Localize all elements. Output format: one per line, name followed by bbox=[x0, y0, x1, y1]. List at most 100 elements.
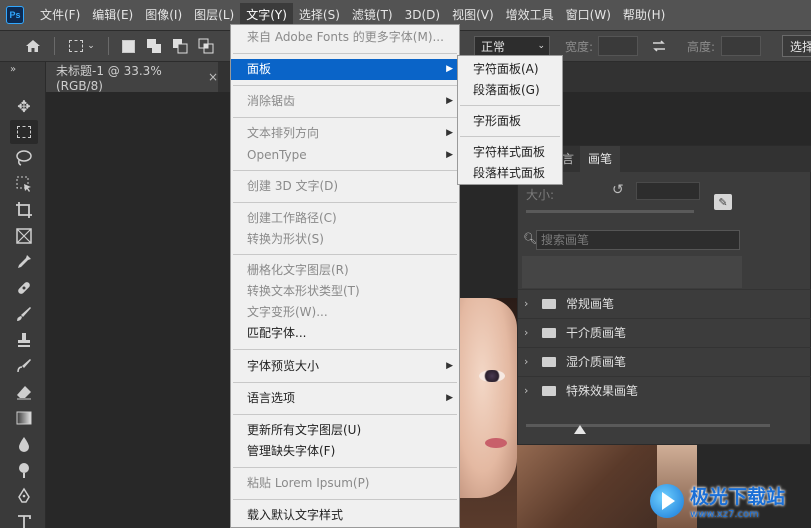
intersect-selection-icon[interactable] bbox=[196, 31, 216, 61]
move-tool-icon[interactable]: ✥ bbox=[10, 94, 38, 118]
menu-plugins[interactable]: 增效工具 bbox=[500, 3, 560, 27]
brush-size-field[interactable] bbox=[636, 182, 700, 200]
submenu-item-glyphs-panel[interactable]: 字形面板 bbox=[458, 111, 562, 132]
swap-dimensions-icon[interactable] bbox=[648, 31, 670, 61]
crop-tool-icon[interactable] bbox=[10, 198, 38, 222]
brush-size-slider[interactable] bbox=[526, 210, 694, 213]
height-label: 高度: bbox=[686, 39, 716, 54]
brush-folder-label: 干介质画笔 bbox=[566, 326, 627, 340]
menu-item-anti-alias[interactable]: 消除锯齿 ▶ bbox=[231, 91, 459, 112]
menu-window[interactable]: 窗口(W) bbox=[560, 3, 617, 27]
menu-item-manage-missing-fonts[interactable]: 管理缺失字体(F) bbox=[231, 441, 459, 462]
home-icon[interactable] bbox=[22, 31, 44, 61]
submenu-item-paragraph-styles-panel[interactable]: 段落样式面板 bbox=[458, 163, 562, 184]
history-brush-tool-icon[interactable] bbox=[10, 354, 38, 378]
submenu-arrow-icon: ▶ bbox=[446, 96, 453, 106]
object-selection-tool-icon[interactable] bbox=[10, 172, 38, 196]
brush-panel: 言 画笔 大小: ↺ ✎ 🔍︎ 搜索画笔 › 常规画笔 › 干介质画笔 › 湿介质画笔… bbox=[517, 145, 811, 445]
submenu-item-character-styles-panel[interactable]: 字符样式面板 bbox=[458, 142, 562, 163]
menu-edit[interactable]: 编辑(E) bbox=[86, 3, 139, 27]
chevron-right-icon: › bbox=[524, 326, 529, 339]
menu-item-label: 语言选项 bbox=[247, 391, 296, 405]
menu-item-convert-to-shape[interactable]: 转换为形状(S) bbox=[231, 229, 459, 250]
blur-tool-icon[interactable] bbox=[10, 432, 38, 456]
brush-tool-icon[interactable] bbox=[10, 302, 38, 326]
reset-icon[interactable]: ↺ bbox=[612, 182, 624, 198]
add-selection-icon[interactable] bbox=[144, 31, 164, 61]
clone-stamp-tool-icon[interactable] bbox=[10, 328, 38, 352]
search-icon: 🔍︎ bbox=[523, 232, 537, 245]
menu-item-label: 字体预览大小 bbox=[247, 359, 320, 373]
brush-folder-row[interactable]: › 干介质画笔 bbox=[518, 318, 811, 346]
collapse-toolbar-icon[interactable]: » bbox=[10, 64, 16, 75]
menu-item-update-all-text-layers[interactable]: 更新所有文字图层(U) bbox=[231, 420, 459, 441]
menu-item-label: OpenType bbox=[247, 148, 307, 162]
menu-item-create-3d-text[interactable]: 创建 3D 文字(D) bbox=[231, 176, 459, 197]
brush-folder-row[interactable]: › 常规画笔 bbox=[518, 289, 811, 317]
gradient-tool-icon[interactable] bbox=[10, 406, 38, 430]
menu-item-rasterize[interactable]: 栅格化文字图层(R) bbox=[231, 260, 459, 281]
submenu-arrow-icon: ▶ bbox=[446, 361, 453, 371]
folder-icon bbox=[542, 356, 556, 367]
menu-item-more-fonts[interactable]: 来自 Adobe Fonts 的更多字体(M)... bbox=[231, 27, 459, 48]
menu-item-panels[interactable]: 面板 ▶ bbox=[231, 59, 459, 80]
watermark-title: 极光下载站 bbox=[690, 486, 786, 508]
height-field[interactable] bbox=[721, 36, 761, 56]
chevron-right-icon: › bbox=[524, 384, 529, 397]
brush-preview-area bbox=[522, 256, 742, 288]
brush-search-input[interactable]: 搜索画笔 bbox=[536, 230, 740, 250]
menu-item-paste-lorem-ipsum[interactable]: 粘贴 Lorem Ipsum(P) bbox=[231, 473, 459, 494]
watermark-logo-icon bbox=[650, 484, 684, 518]
style-value: 正常 bbox=[481, 39, 506, 54]
preview-size-slider[interactable] bbox=[526, 424, 770, 427]
submenu-arrow-icon: ▶ bbox=[446, 128, 453, 138]
tools-panel: » ✥ bbox=[0, 62, 46, 528]
tab-brushes[interactable]: 画笔 bbox=[580, 146, 621, 172]
brush-folder-label: 湿介质画笔 bbox=[566, 355, 627, 369]
menu-item-language-options[interactable]: 语言选项 ▶ bbox=[231, 388, 459, 409]
brush-size-label: 大小: bbox=[526, 188, 555, 202]
menu-item-orientation[interactable]: 文本排列方向 ▶ bbox=[231, 123, 459, 144]
menu-item-convert-text-shape[interactable]: 转换文本形状类型(T) bbox=[231, 281, 459, 302]
eraser-tool-icon[interactable] bbox=[10, 380, 38, 404]
dodge-tool-icon[interactable] bbox=[10, 458, 38, 482]
healing-brush-tool-icon[interactable] bbox=[10, 276, 38, 300]
watermark: 极光下载站 www.xz7.com bbox=[650, 476, 810, 526]
width-label: 宽度: bbox=[564, 39, 594, 54]
brush-folder-row[interactable]: › 特殊效果画笔 bbox=[518, 376, 811, 404]
lasso-tool-icon[interactable] bbox=[10, 146, 38, 170]
brush-folder-label: 常规画笔 bbox=[566, 297, 615, 311]
slider-thumb[interactable] bbox=[574, 425, 586, 434]
subtract-selection-icon[interactable] bbox=[170, 31, 190, 61]
menu-item-match-font[interactable]: 匹配字体... bbox=[231, 323, 459, 344]
menu-help[interactable]: 帮助(H) bbox=[617, 3, 671, 27]
marquee-tool-preset-icon[interactable]: ⌄ bbox=[64, 31, 100, 61]
pen-tool-icon[interactable] bbox=[10, 484, 38, 508]
rect-marquee-tool-icon[interactable] bbox=[10, 120, 38, 144]
menu-item-load-default-type-styles[interactable]: 载入默认文字样式 bbox=[231, 505, 459, 526]
menu-file[interactable]: 文件(F) bbox=[34, 3, 86, 27]
width-field[interactable] bbox=[598, 36, 638, 56]
frame-tool-icon[interactable] bbox=[10, 224, 38, 248]
menu-item-opentype[interactable]: OpenType ▶ bbox=[231, 145, 459, 166]
new-selection-icon[interactable] bbox=[118, 31, 138, 61]
menu-item-font-preview-size[interactable]: 字体预览大小 ▶ bbox=[231, 356, 459, 377]
document-tab-title: 未标题-1 @ 33.3%(RGB/8) bbox=[56, 63, 162, 93]
menu-item-label: 文本排列方向 bbox=[247, 126, 320, 140]
submenu-item-paragraph-panel[interactable]: 段落面板(G) bbox=[458, 80, 562, 101]
brush-settings-icon[interactable]: ✎ bbox=[714, 194, 732, 210]
type-tool-icon[interactable] bbox=[10, 510, 38, 528]
brush-folder-row[interactable]: › 湿介质画笔 bbox=[518, 347, 811, 375]
menu-image[interactable]: 图像(I) bbox=[139, 3, 188, 27]
eyedropper-tool-icon[interactable] bbox=[10, 250, 38, 274]
submenu-item-character-panel[interactable]: 字符面板(A) bbox=[458, 59, 562, 80]
menu-item-warp-text[interactable]: 文字变形(W)... bbox=[231, 302, 459, 323]
brush-folder-label: 特殊效果画笔 bbox=[566, 384, 639, 398]
folder-icon bbox=[542, 385, 556, 396]
menu-item-create-work-path[interactable]: 创建工作路径(C) bbox=[231, 208, 459, 229]
menu-item-label: 消除锯齿 bbox=[247, 94, 296, 108]
select-and-mask-button[interactable]: 选择 bbox=[782, 35, 811, 57]
close-icon[interactable]: × bbox=[208, 70, 218, 84]
photoshop-logo: Ps bbox=[6, 6, 24, 24]
document-tab[interactable]: 未标题-1 @ 33.3%(RGB/8) × bbox=[46, 62, 218, 93]
